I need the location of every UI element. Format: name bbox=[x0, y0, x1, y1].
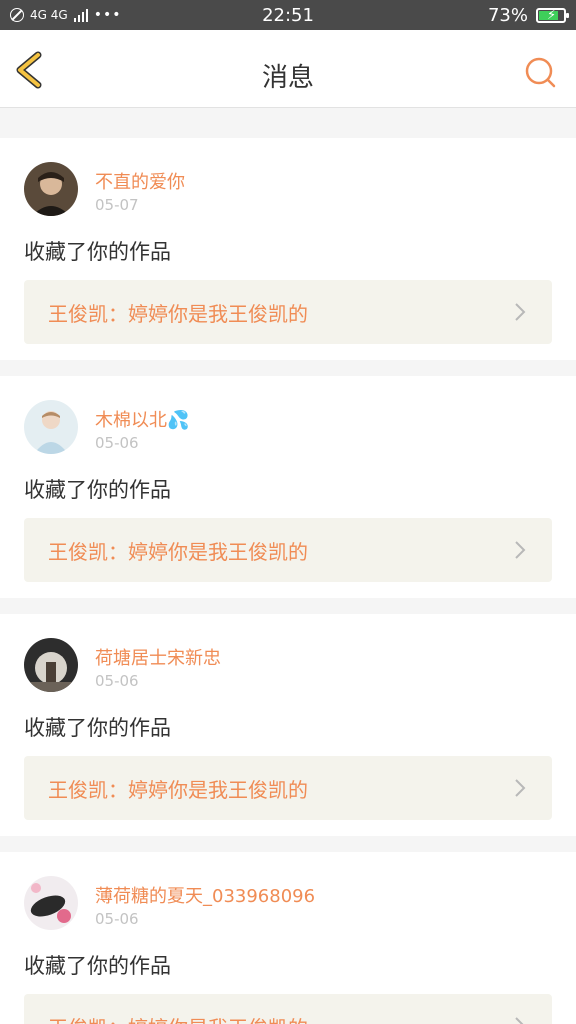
work-title: 王俊凯：婷婷你是我王俊凯的 bbox=[48, 777, 308, 802]
more-dots-icon: ••• bbox=[93, 7, 122, 23]
message-date: 05-06 bbox=[95, 910, 139, 928]
user-name[interactable]: 不直的爱你 bbox=[95, 168, 185, 194]
battery-percent: 73% bbox=[487, 4, 528, 26]
message-date: 05-06 bbox=[95, 434, 139, 452]
user-name[interactable]: 荷塘居士宋新忠 bbox=[95, 644, 221, 670]
no-sim-icon bbox=[10, 8, 24, 22]
message-card: 不直的爱你 05-07 收藏了你的作品 王俊凯：婷婷你是我王俊凯的 bbox=[0, 138, 576, 360]
search-icon bbox=[525, 57, 556, 88]
avatar[interactable] bbox=[24, 162, 78, 216]
action-text: 收藏了你的作品 bbox=[24, 240, 171, 264]
user-name[interactable]: 薄荷糖的夏天_033968096 bbox=[95, 882, 315, 908]
work-title: 王俊凯：婷婷你是我王俊凯的 bbox=[48, 1012, 512, 1024]
battery-icon: ⚡ bbox=[536, 7, 569, 23]
message-card: 木棉以北💦 05-06 收藏了你的作品 王俊凯：婷婷你是我王俊凯的 bbox=[0, 376, 576, 598]
network-type: 4G 4G bbox=[30, 8, 68, 22]
message-date: 05-07 bbox=[95, 196, 139, 214]
signal-icon bbox=[73, 8, 88, 22]
chevron-right-icon bbox=[515, 779, 526, 797]
user-name[interactable]: 木棉以北💦 bbox=[95, 406, 189, 432]
chevron-right-icon bbox=[515, 303, 526, 321]
work-title: 王俊凯：婷婷你是我王俊凯的 bbox=[48, 539, 308, 564]
message-card: 荷塘居士宋新忠 05-06 收藏了你的作品 王俊凯：婷婷你是我王俊凯的 bbox=[0, 614, 576, 836]
status-bar: 4G 4G ••• 22:51 73% ⚡ bbox=[0, 0, 576, 30]
search-button[interactable] bbox=[524, 56, 556, 88]
chevron-right-icon bbox=[515, 541, 526, 559]
avatar[interactable] bbox=[24, 876, 78, 930]
work-link[interactable]: 王俊凯：婷婷你是我王俊凯的 bbox=[24, 518, 552, 582]
action-text: 收藏了你的作品 bbox=[24, 478, 171, 502]
work-link[interactable]: 王俊凯：婷婷你是我王俊凯的 bbox=[24, 994, 552, 1024]
status-left: 4G 4G ••• bbox=[10, 7, 121, 23]
message-list: 不直的爱你 05-07 收藏了你的作品 王俊凯：婷婷你是我王俊凯的 木棉以北💦 bbox=[0, 108, 576, 1024]
screen: 4G 4G ••• 22:51 73% ⚡ 消息 不直的爱你 05-07 收藏了… bbox=[0, 0, 576, 1024]
avatar[interactable] bbox=[24, 400, 78, 454]
work-link[interactable]: 王俊凯：婷婷你是我王俊凯的 bbox=[24, 756, 552, 820]
work-title: 王俊凯：婷婷你是我王俊凯的 bbox=[48, 301, 308, 326]
work-link[interactable]: 王俊凯：婷婷你是我王俊凯的 bbox=[24, 280, 552, 344]
charging-bolt-icon: ⚡ bbox=[547, 7, 557, 23]
chevron-right-icon bbox=[515, 1017, 524, 1024]
action-text: 收藏了你的作品 bbox=[24, 954, 171, 978]
avatar[interactable] bbox=[24, 638, 78, 692]
page-title: 消息 bbox=[261, 63, 314, 93]
action-text: 收藏了你的作品 bbox=[24, 716, 171, 740]
nav-bar: 消息 bbox=[0, 30, 576, 108]
message-date: 05-06 bbox=[95, 672, 139, 690]
status-right: 73% ⚡ bbox=[487, 4, 569, 26]
message-card: 薄荷糖的夏天_033968096 05-06 收藏了你的作品 王俊凯：婷婷你是我… bbox=[0, 852, 576, 1024]
